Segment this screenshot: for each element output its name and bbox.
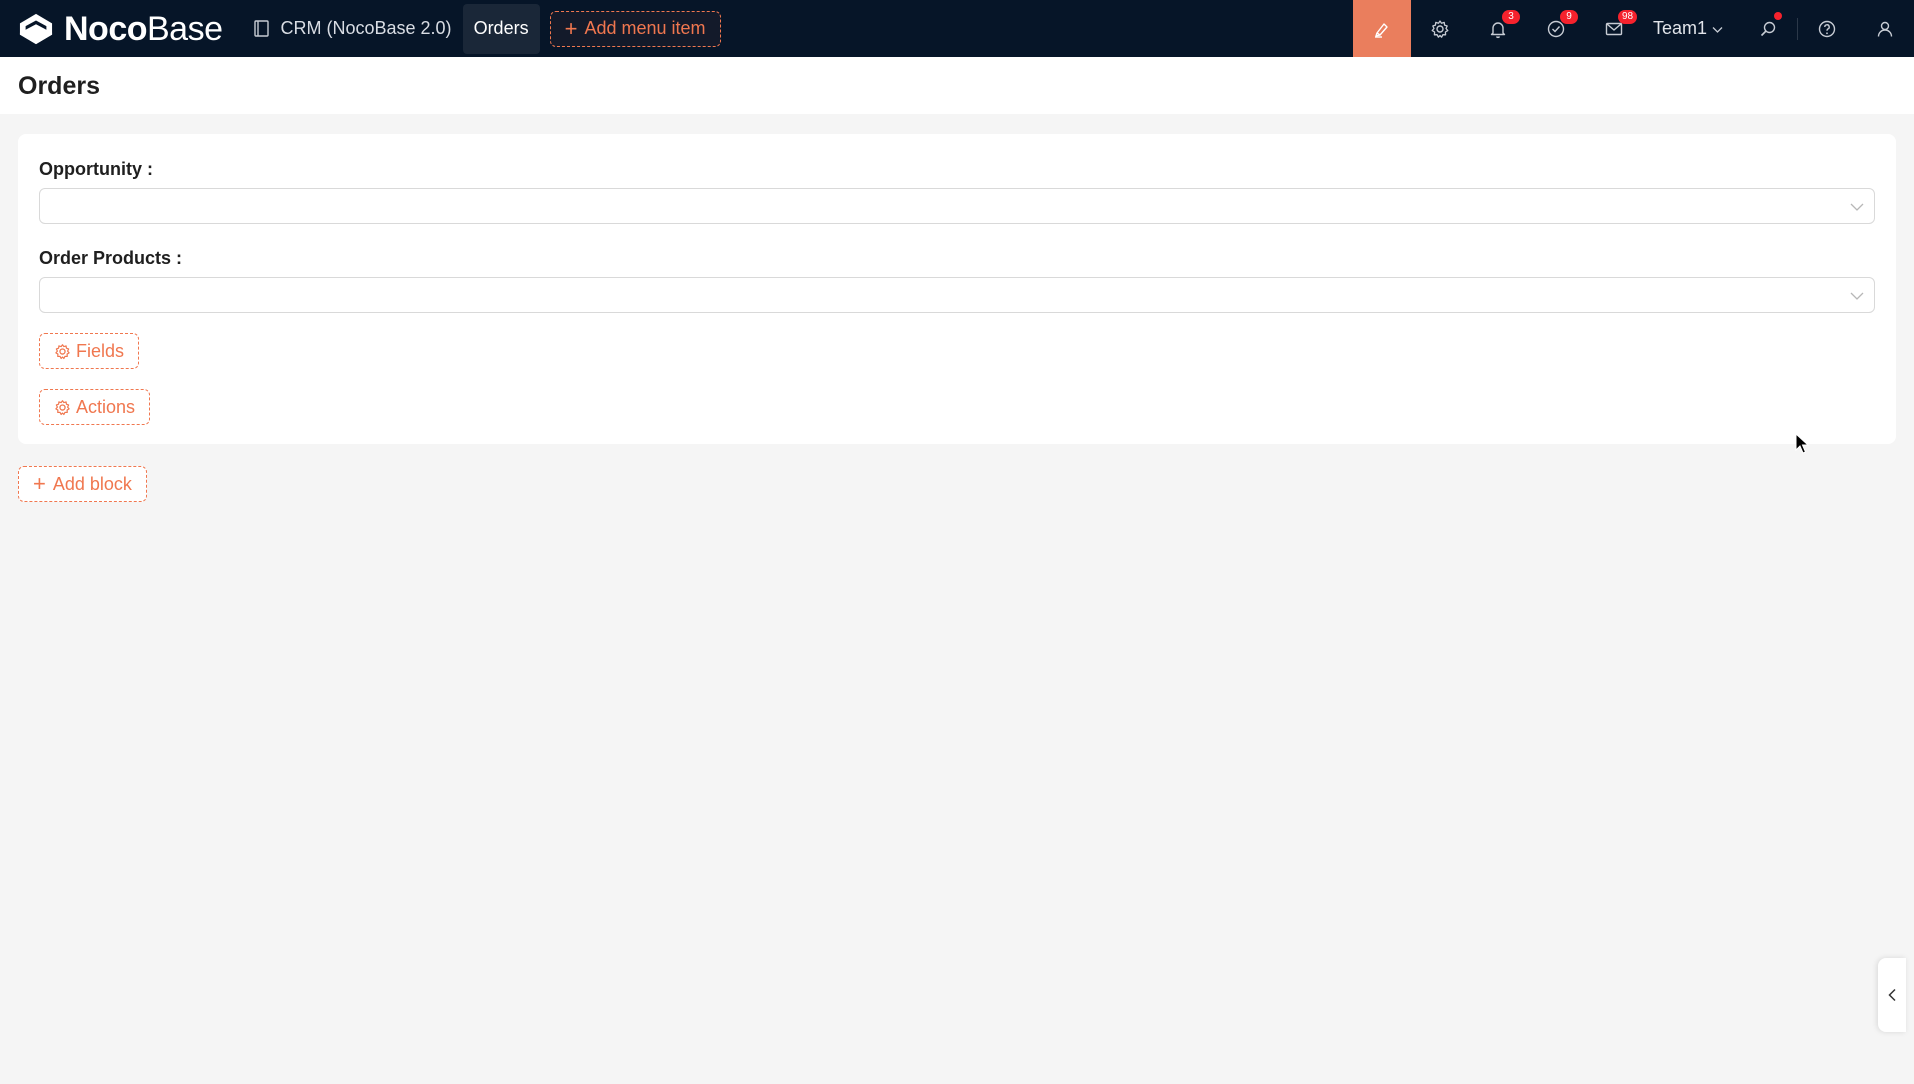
side-panel-toggle[interactable] bbox=[1878, 958, 1906, 1032]
logo-text: NocoBase bbox=[64, 9, 223, 48]
team-switcher[interactable]: Team1 bbox=[1643, 0, 1739, 57]
chevron-down-icon bbox=[1850, 292, 1864, 300]
nav-item-orders[interactable]: Orders bbox=[462, 3, 540, 54]
file-icon bbox=[253, 20, 269, 37]
plus-icon: + bbox=[33, 471, 46, 496]
tasks-button[interactable]: 9 bbox=[1527, 0, 1585, 57]
team-label: Team1 bbox=[1652, 18, 1707, 38]
form-block: Opportunity : Order Products : Fields Ac… bbox=[18, 134, 1896, 444]
user-icon bbox=[1877, 21, 1893, 37]
search-button[interactable] bbox=[1739, 0, 1797, 57]
notifications-badge: 3 bbox=[1501, 10, 1520, 24]
add-block-label: Add block bbox=[52, 473, 132, 494]
order-products-label: Order Products : bbox=[39, 248, 183, 268]
user-menu-button[interactable] bbox=[1856, 0, 1914, 57]
chevron-left-icon bbox=[1888, 988, 1896, 1002]
notifications-button[interactable]: 3 bbox=[1469, 0, 1527, 57]
nav-item-label: CRM (NocoBase 2.0) bbox=[280, 18, 452, 38]
settings-button[interactable] bbox=[1411, 0, 1469, 57]
add-menu-item-label: Add menu item bbox=[584, 18, 706, 38]
top-navbar: NocoBase CRM (NocoBase 2.0) Orders + Add… bbox=[0, 0, 1914, 57]
chevron-down-icon bbox=[1850, 203, 1864, 211]
help-button[interactable] bbox=[1798, 0, 1856, 57]
nav-item-crm[interactable]: CRM (NocoBase 2.0) bbox=[243, 4, 463, 54]
nav-item-label: Orders bbox=[473, 18, 529, 38]
opportunity-label: Opportunity : bbox=[39, 159, 153, 179]
nocobase-logo[interactable]: NocoBase bbox=[17, 0, 223, 57]
messages-badge: 98 bbox=[1617, 10, 1638, 24]
opportunity-select[interactable] bbox=[39, 188, 1875, 224]
page-header: Orders bbox=[0, 57, 1914, 114]
search-icon bbox=[1760, 21, 1776, 36]
add-block-button[interactable]: + Add block bbox=[18, 466, 147, 502]
page-title: Orders bbox=[18, 72, 100, 100]
order-products-select[interactable] bbox=[39, 277, 1875, 313]
plus-icon: + bbox=[564, 15, 578, 41]
tasks-badge: 9 bbox=[1559, 10, 1578, 24]
fields-button-label: Fields bbox=[76, 340, 125, 361]
add-menu-item-button[interactable]: + Add menu item bbox=[549, 10, 721, 47]
configure-fields-button[interactable]: Fields bbox=[39, 333, 140, 369]
configure-actions-button[interactable]: Actions bbox=[39, 389, 151, 425]
toolbar-right: 3 9 98 Team1 bbox=[1352, 0, 1914, 57]
mouse-cursor-icon bbox=[1795, 433, 1809, 454]
search-dot bbox=[1774, 12, 1782, 20]
messages-button[interactable]: 98 bbox=[1585, 0, 1643, 57]
gear-icon bbox=[55, 399, 70, 415]
gear-icon bbox=[1431, 19, 1449, 38]
gear-icon bbox=[55, 343, 70, 359]
actions-button-label: Actions bbox=[76, 396, 136, 417]
help-icon bbox=[1818, 20, 1836, 37]
highlighter-icon bbox=[1374, 22, 1388, 38]
chevron-down-icon bbox=[1712, 27, 1723, 33]
nocobase-logo-icon bbox=[19, 13, 53, 44]
ui-editor-button[interactable] bbox=[1352, 0, 1411, 57]
